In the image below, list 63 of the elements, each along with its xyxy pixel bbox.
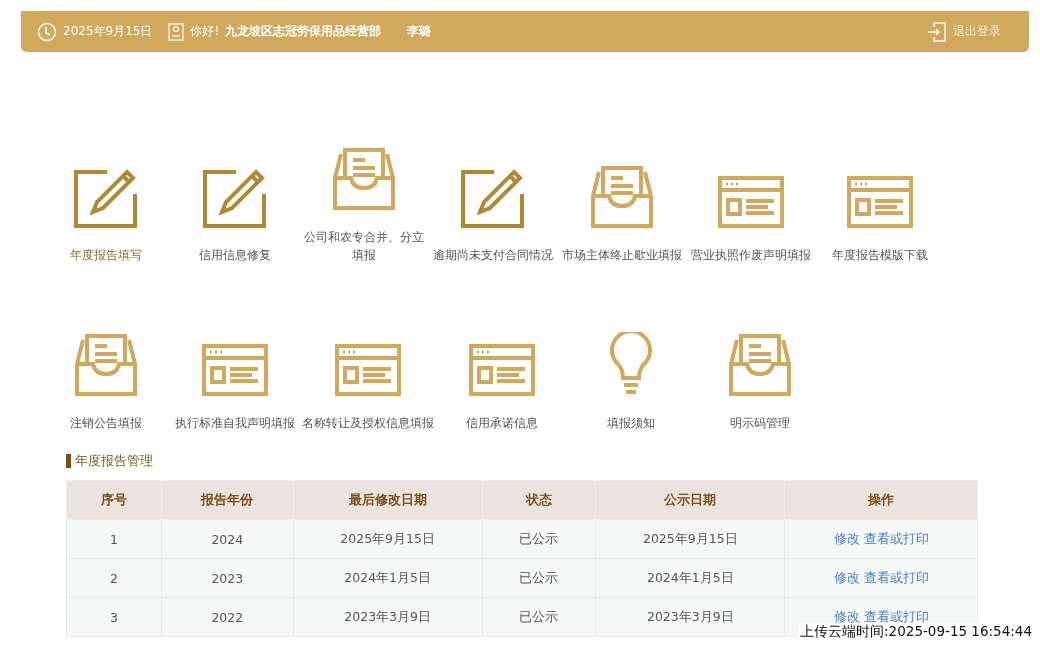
section-title: 年度报告管理 — [75, 452, 153, 470]
action-link[interactable]: 查看或打印 — [863, 530, 929, 546]
table-cell: 已公示 — [482, 558, 596, 598]
lightbulb-icon — [607, 332, 654, 396]
column-header: 状态 — [482, 480, 596, 520]
inbox-icon — [726, 334, 793, 396]
table-cell: 2025年9月15日 — [293, 519, 483, 559]
table-cell: 2023年3月9日 — [293, 597, 483, 637]
logout-icon[interactable] — [927, 21, 947, 42]
menu-item[interactable]: 注销公告填报 — [66, 414, 145, 432]
menu-item[interactable]: 营业执照作废声明填报 — [686, 246, 815, 264]
table-cell: 2 — [66, 558, 162, 598]
action-link[interactable]: 查看或打印 — [863, 569, 929, 585]
menu-item[interactable]: 年度报告填写 — [41, 246, 170, 264]
inbox-icon — [72, 334, 139, 396]
window-icon — [335, 344, 401, 396]
column-header: 公示日期 — [595, 480, 785, 520]
action-link[interactable]: 修改 — [833, 608, 860, 624]
pencil-icon — [459, 168, 526, 228]
table-cell: 2023年3月9日 — [595, 597, 785, 637]
menu-item[interactable]: 市场主体终止歇业填报 — [557, 246, 686, 264]
table-cell: 2025年9月15日 — [595, 519, 785, 559]
table-cell: 3 — [66, 597, 162, 637]
greeting-text: 你好! — [190, 23, 220, 40]
action-link[interactable]: 查看或打印 — [863, 608, 929, 624]
id-card-icon — [168, 22, 185, 41]
inbox-icon — [588, 166, 655, 228]
menu-item[interactable]: 执行标准自我声明填报 — [171, 414, 298, 432]
window-icon — [846, 176, 913, 228]
window-icon — [717, 176, 784, 228]
action-link[interactable]: 修改 — [833, 569, 860, 585]
menu-item[interactable]: 公司和农专合并、分立填报 — [299, 228, 428, 264]
window-icon — [201, 344, 268, 396]
window-icon — [468, 344, 535, 396]
table-cell: 已公示 — [482, 519, 596, 559]
menu-item[interactable]: 明示码管理 — [726, 414, 793, 432]
column-header: 报告年份 — [161, 480, 294, 520]
table-cell: 已公示 — [482, 597, 596, 637]
menu-item[interactable]: 逾期尚未支付合同情况 — [428, 246, 557, 264]
action-link[interactable]: 修改 — [833, 530, 860, 546]
menu-item[interactable]: 填报须知 — [603, 414, 658, 432]
menu-item[interactable]: 年度报告模版下载 — [815, 246, 944, 264]
table-cell: 1 — [66, 519, 162, 559]
column-header: 操作 — [784, 480, 978, 520]
pencil-icon — [72, 168, 139, 228]
table-cell: 2023 — [161, 558, 294, 598]
table-cell: 2024年1月5日 — [595, 558, 785, 598]
section-marker — [66, 454, 71, 468]
menu-item[interactable]: 名称转让及授权信息填报 — [299, 414, 437, 432]
upload-time-toast: 上传云端时间:2025-09-15 16:54:44 — [798, 623, 1034, 641]
table-cell: 2024年1月5日 — [293, 558, 483, 598]
table-cell: 2024 — [161, 519, 294, 559]
inbox-icon — [330, 148, 397, 210]
column-header: 最后修改日期 — [293, 480, 483, 520]
pencil-icon — [201, 168, 268, 228]
table-cell: 2022 — [161, 597, 294, 637]
menu-item[interactable]: 信用信息修复 — [170, 246, 299, 264]
menu-item[interactable]: 信用承诺信息 — [462, 414, 541, 432]
company-name: 九龙坡区志冠劳保用品经营部 — [225, 23, 382, 40]
user-name: 李璐 — [407, 23, 432, 40]
date-text: 2025年9月15日 — [63, 23, 153, 40]
clock-icon — [37, 21, 57, 42]
column-header: 序号 — [66, 480, 162, 520]
